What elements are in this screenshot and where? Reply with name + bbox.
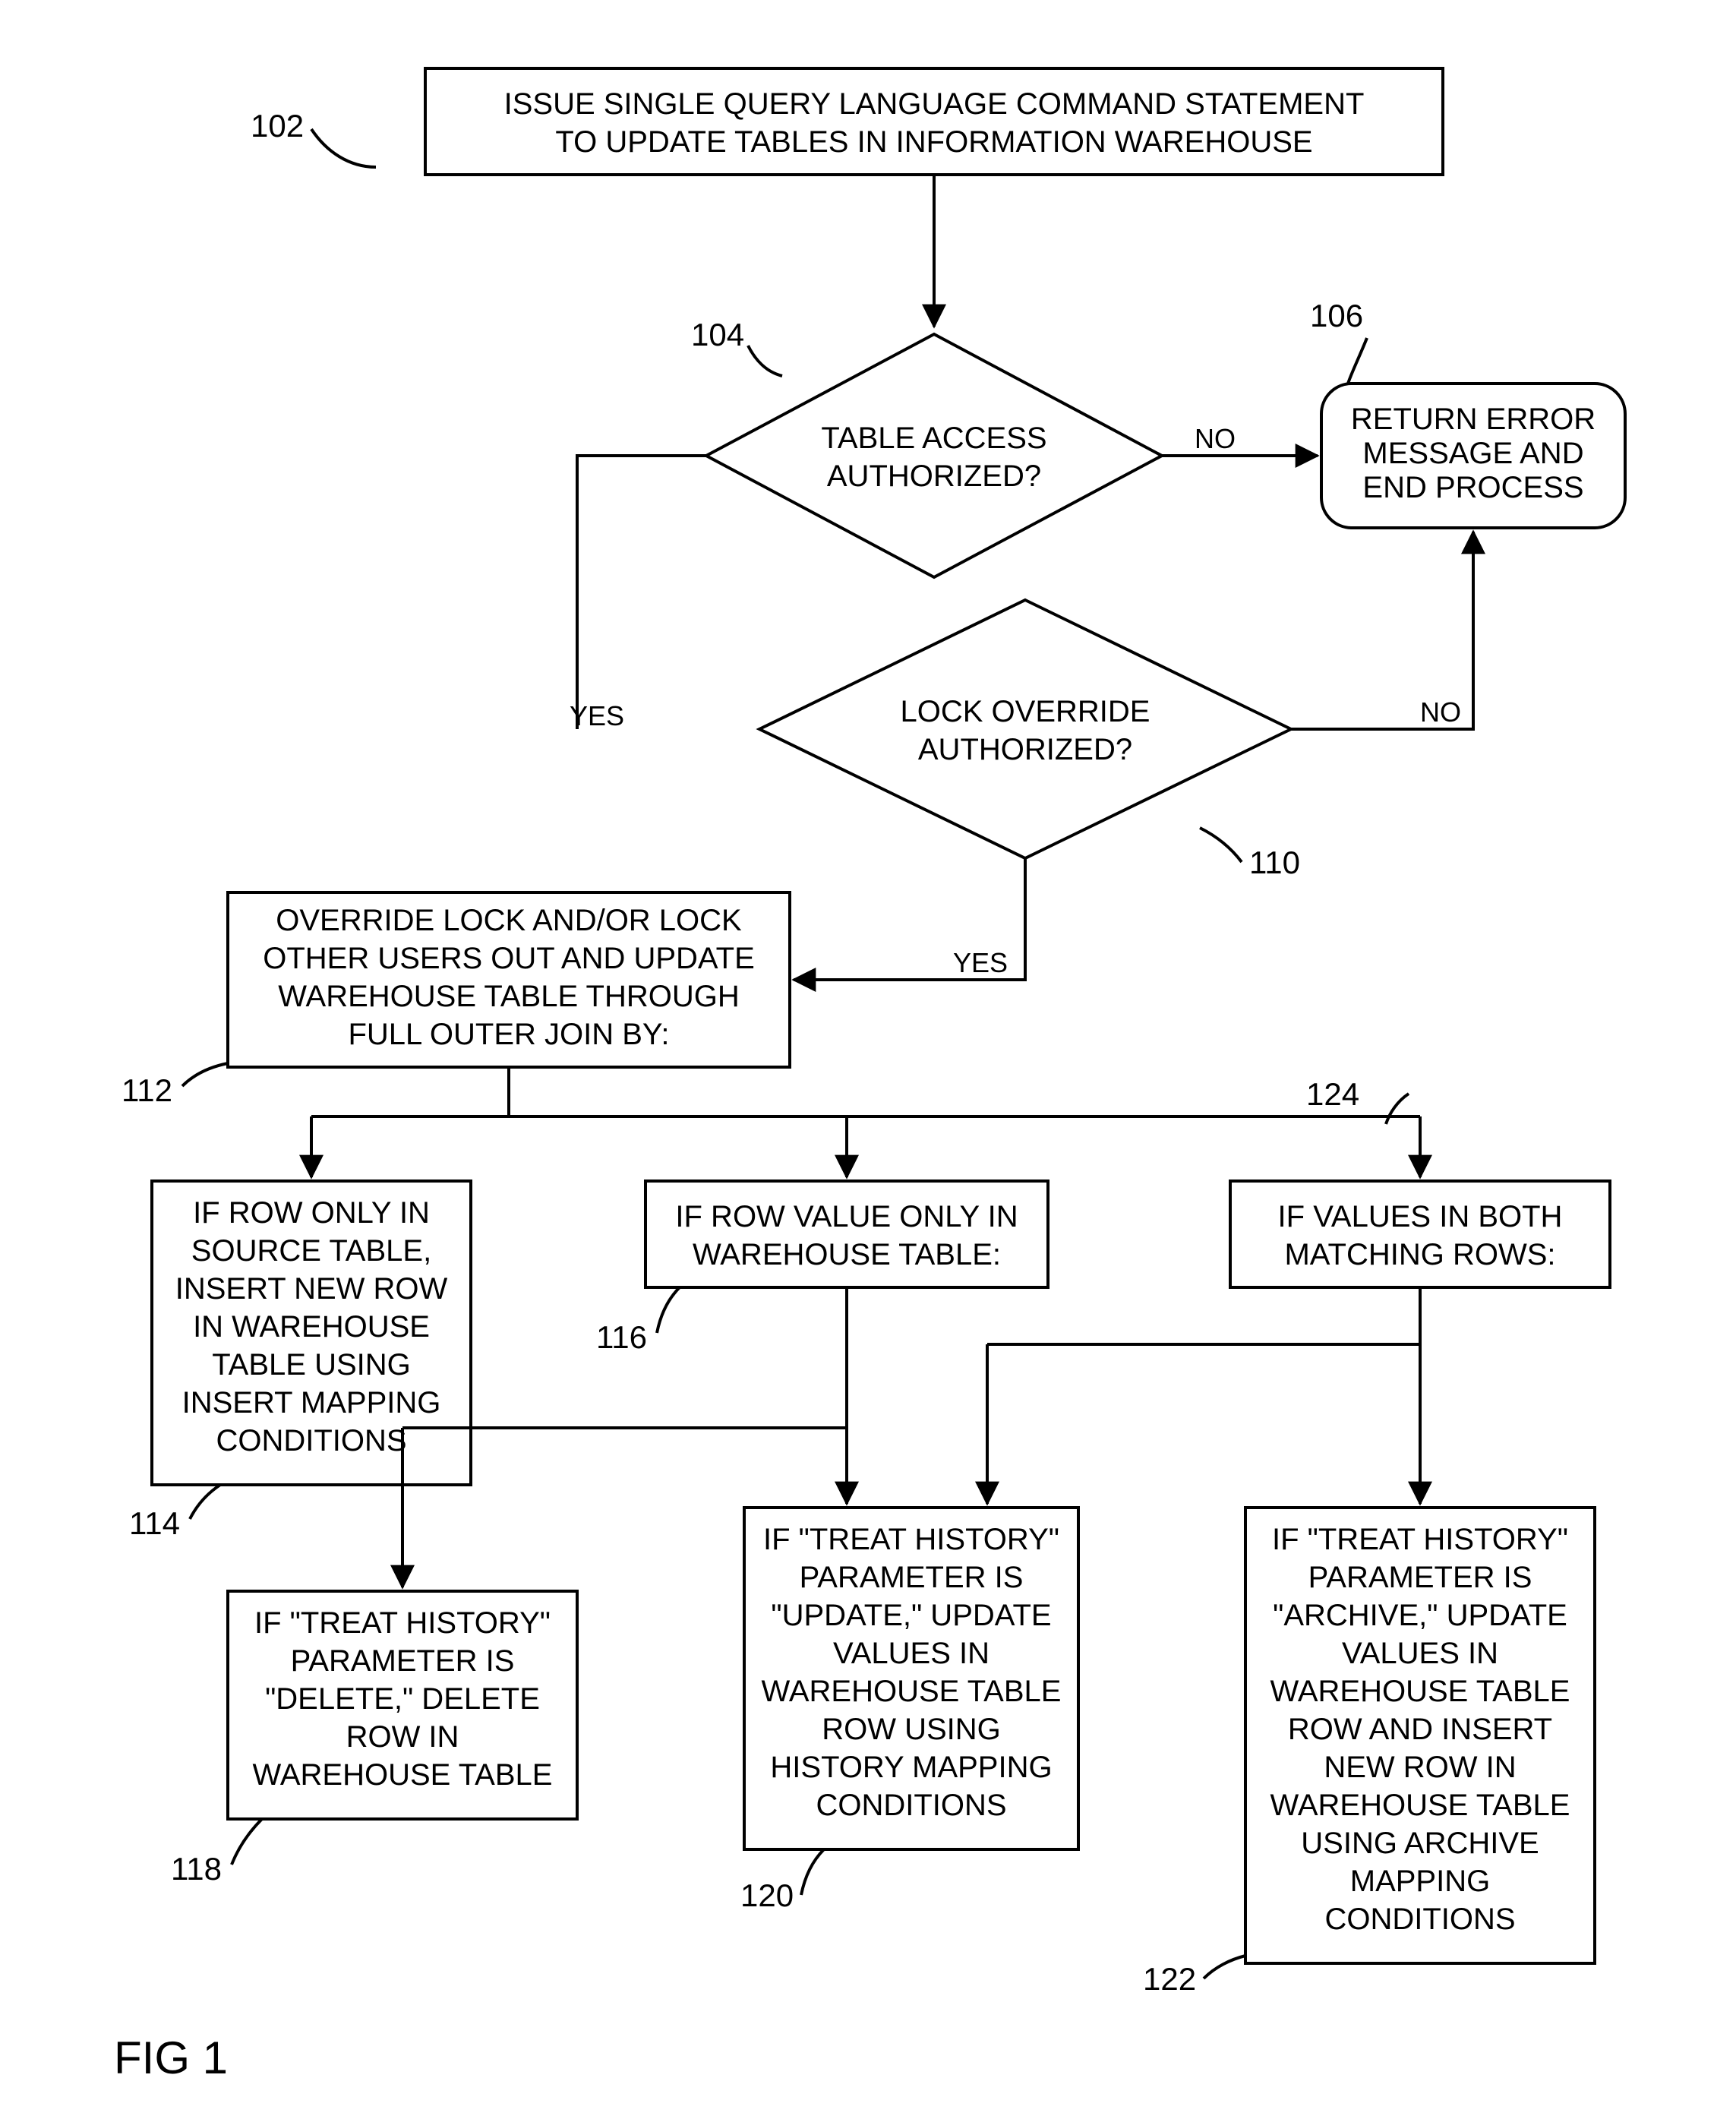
node-116-l2: WAREHOUSE TABLE: bbox=[693, 1238, 1001, 1271]
node-122-l6: ROW AND INSERT bbox=[1288, 1713, 1552, 1746]
node-120-l3: "UPDATE," UPDATE bbox=[771, 1599, 1051, 1632]
node-118-l3: "DELETE," DELETE bbox=[265, 1682, 540, 1716]
ref-102: 102 bbox=[251, 108, 304, 144]
node-106-line1: RETURN ERROR bbox=[1351, 403, 1596, 436]
node-114-l1: IF ROW ONLY IN bbox=[193, 1196, 430, 1230]
ref-122: 122 bbox=[1143, 1961, 1196, 1997]
node-116: IF ROW VALUE ONLY IN WAREHOUSE TABLE: bbox=[645, 1181, 1048, 1287]
node-104-line1: TABLE ACCESS bbox=[821, 422, 1046, 455]
node-122-l3: "ARCHIVE," UPDATE bbox=[1273, 1599, 1567, 1632]
ref-114: 114 bbox=[129, 1505, 180, 1541]
node-124-l1: IF VALUES IN BOTH bbox=[1278, 1200, 1563, 1233]
node-120-l4: VALUES IN bbox=[833, 1637, 990, 1670]
node-122-l10: MAPPING bbox=[1350, 1865, 1490, 1898]
ref-124: 124 bbox=[1306, 1076, 1359, 1112]
node-122-l2: PARAMETER IS bbox=[1308, 1561, 1532, 1594]
ref-leader-124 bbox=[1386, 1094, 1409, 1124]
node-104: TABLE ACCESS AUTHORIZED? bbox=[706, 334, 1162, 577]
ref-leader-102 bbox=[311, 129, 376, 167]
node-122-l1: IF "TREAT HISTORY" bbox=[1272, 1523, 1568, 1556]
node-118-l4: ROW IN bbox=[346, 1720, 459, 1754]
edge-104-106-label: NO bbox=[1195, 423, 1236, 454]
node-122: IF "TREAT HISTORY" PARAMETER IS "ARCHIVE… bbox=[1245, 1508, 1595, 1963]
node-102-line2: TO UPDATE TABLES IN INFORMATION WAREHOUS… bbox=[555, 125, 1312, 159]
node-122-l4: VALUES IN bbox=[1342, 1637, 1498, 1670]
node-120-l7: HISTORY MAPPING bbox=[770, 1751, 1052, 1784]
node-110-line2: AUTHORIZED? bbox=[918, 733, 1132, 766]
node-110-line1: LOCK OVERRIDE bbox=[901, 695, 1150, 728]
ref-110: 110 bbox=[1249, 845, 1300, 880]
node-112-line1: OVERRIDE LOCK AND/OR LOCK bbox=[276, 904, 742, 937]
node-120-l5: WAREHOUSE TABLE bbox=[762, 1675, 1062, 1708]
node-118-l2: PARAMETER IS bbox=[291, 1644, 515, 1678]
node-106: RETURN ERROR MESSAGE AND END PROCESS bbox=[1321, 384, 1625, 528]
edge-104-110 bbox=[577, 456, 706, 729]
node-118-l5: WAREHOUSE TABLE bbox=[253, 1758, 553, 1792]
ref-leader-122 bbox=[1204, 1956, 1245, 1978]
ref-120: 120 bbox=[740, 1877, 794, 1913]
node-118-l1: IF "TREAT HISTORY" bbox=[254, 1606, 551, 1640]
ref-106: 106 bbox=[1310, 298, 1363, 333]
node-110: LOCK OVERRIDE AUTHORIZED? bbox=[759, 600, 1291, 858]
node-114-l7: CONDITIONS bbox=[216, 1424, 406, 1457]
ref-leader-110 bbox=[1200, 828, 1242, 862]
node-106-line2: MESSAGE AND bbox=[1362, 437, 1583, 470]
ref-118: 118 bbox=[171, 1851, 222, 1887]
node-120-l2: PARAMETER IS bbox=[800, 1561, 1024, 1594]
ref-leader-106 bbox=[1348, 338, 1367, 384]
edge-110-106-label: NO bbox=[1420, 696, 1461, 728]
node-124-l2: MATCHING ROWS: bbox=[1284, 1238, 1555, 1271]
ref-leader-112 bbox=[182, 1063, 228, 1086]
edge-104-110-label: YES bbox=[570, 700, 624, 731]
node-112: OVERRIDE LOCK AND/OR LOCK OTHER USERS OU… bbox=[228, 892, 790, 1067]
ref-leader-120 bbox=[801, 1849, 824, 1895]
edge-110-112-label: YES bbox=[953, 947, 1008, 978]
node-106-line3: END PROCESS bbox=[1362, 471, 1583, 504]
ref-116: 116 bbox=[596, 1319, 647, 1355]
node-112-line4: FULL OUTER JOIN BY: bbox=[348, 1018, 669, 1051]
flowchart: ISSUE SINGLE QUERY LANGUAGE COMMAND STAT… bbox=[0, 0, 1736, 2115]
ref-104: 104 bbox=[691, 317, 744, 352]
figure-label: FIG 1 bbox=[114, 2032, 228, 2083]
node-114-l4: IN WAREHOUSE bbox=[193, 1310, 430, 1344]
node-112-line3: WAREHOUSE TABLE THROUGH bbox=[278, 980, 740, 1013]
ref-leader-104 bbox=[748, 346, 782, 376]
ref-112: 112 bbox=[122, 1072, 172, 1108]
node-114-l5: TABLE USING bbox=[212, 1348, 411, 1382]
node-112-line2: OTHER USERS OUT AND UPDATE bbox=[263, 942, 755, 975]
node-122-l9: USING ARCHIVE bbox=[1301, 1827, 1539, 1860]
node-122-l8: WAREHOUSE TABLE bbox=[1270, 1789, 1570, 1822]
node-122-l5: WAREHOUSE TABLE bbox=[1270, 1675, 1570, 1708]
node-120-l8: CONDITIONS bbox=[816, 1789, 1006, 1822]
node-114-l2: SOURCE TABLE, bbox=[191, 1234, 431, 1268]
node-114: IF ROW ONLY IN SOURCE TABLE, INSERT NEW … bbox=[152, 1181, 471, 1485]
node-102: ISSUE SINGLE QUERY LANGUAGE COMMAND STAT… bbox=[425, 68, 1443, 175]
ref-leader-114 bbox=[190, 1485, 220, 1519]
node-120-l6: ROW USING bbox=[822, 1713, 1001, 1746]
ref-leader-118 bbox=[232, 1819, 262, 1865]
node-120-l1: IF "TREAT HISTORY" bbox=[763, 1523, 1059, 1556]
node-120: IF "TREAT HISTORY" PARAMETER IS "UPDATE,… bbox=[744, 1508, 1078, 1849]
node-104-line2: AUTHORIZED? bbox=[827, 459, 1041, 493]
node-102-line1: ISSUE SINGLE QUERY LANGUAGE COMMAND STAT… bbox=[504, 87, 1365, 121]
ref-leader-116 bbox=[657, 1287, 680, 1333]
node-122-l11: CONDITIONS bbox=[1324, 1903, 1515, 1936]
node-114-l3: INSERT NEW ROW bbox=[175, 1272, 448, 1306]
node-124: IF VALUES IN BOTH MATCHING ROWS: bbox=[1230, 1181, 1610, 1287]
node-122-l7: NEW ROW IN bbox=[1324, 1751, 1516, 1784]
node-118: IF "TREAT HISTORY" PARAMETER IS "DELETE,… bbox=[228, 1591, 577, 1819]
node-114-l6: INSERT MAPPING bbox=[182, 1386, 441, 1420]
node-116-l1: IF ROW VALUE ONLY IN bbox=[675, 1200, 1018, 1233]
